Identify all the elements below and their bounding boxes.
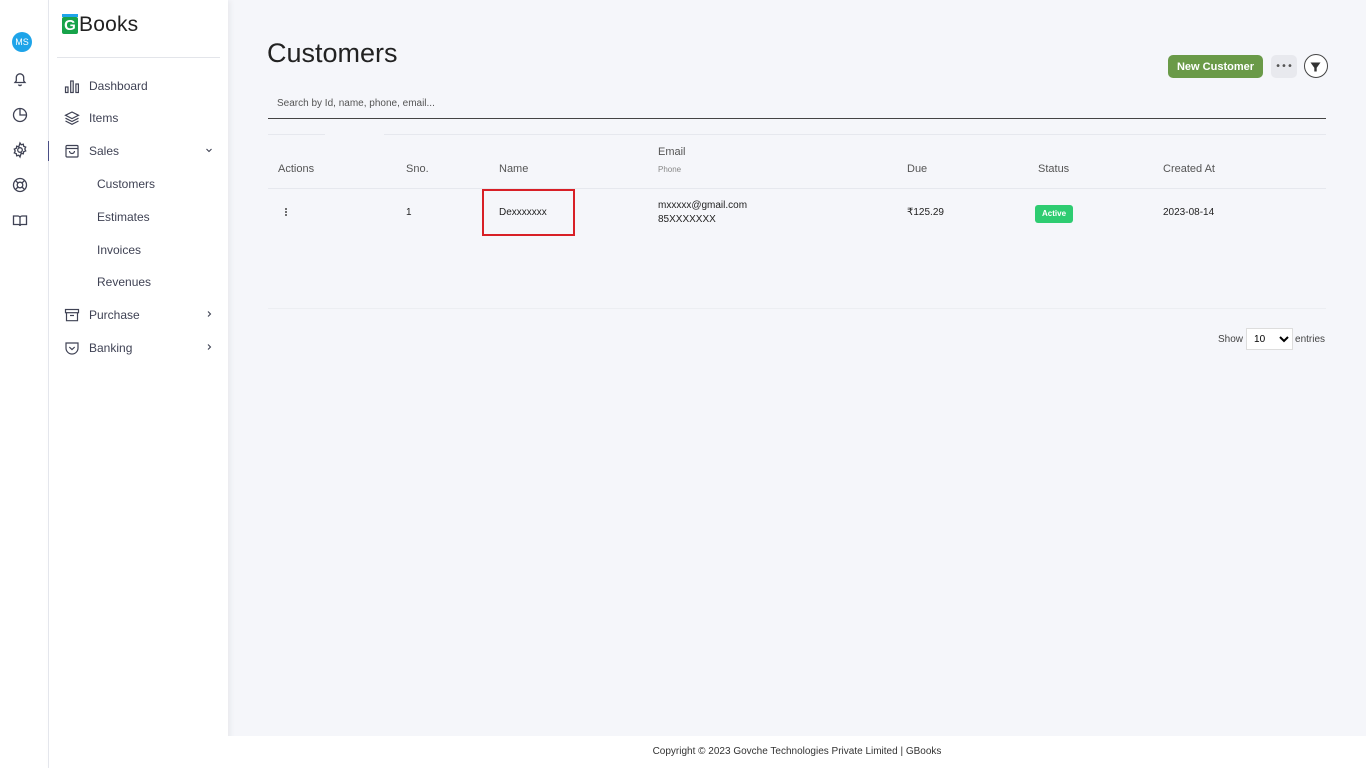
bell-icon[interactable] bbox=[11, 70, 29, 88]
sidebar-item-label: Sales bbox=[89, 144, 120, 158]
header-email[interactable]: Email bbox=[658, 146, 686, 158]
app-logo[interactable]: G Books bbox=[62, 12, 138, 38]
sidebar-subitem-revenues[interactable]: Revenues bbox=[97, 273, 151, 291]
header-phone: Phone bbox=[658, 165, 682, 174]
header-status[interactable]: Status bbox=[1038, 163, 1069, 175]
chevron-down-icon bbox=[206, 148, 212, 153]
sidebar-item-label: Items bbox=[89, 111, 119, 125]
new-customer-button[interactable]: New Customer bbox=[1168, 55, 1263, 78]
sidebar-item-sales[interactable]: Sales bbox=[64, 140, 214, 162]
bar-chart-icon bbox=[64, 80, 79, 94]
cell-email: mxxxxx@gmail.com bbox=[658, 200, 748, 211]
header-sno[interactable]: Sno. bbox=[406, 163, 429, 175]
sidebar-item-label: Dashboard bbox=[89, 79, 148, 93]
table-row: 1 Dexxxxxxx mxxxxx@gmail.com 85XXXXXXX ₹… bbox=[268, 189, 1326, 309]
nav-sidebar: G Books Dashboard Items Sales Customers … bbox=[49, 0, 228, 768]
show-label: Show bbox=[1218, 333, 1244, 345]
table-header: Actions Sno. Name Email Phone Due Status… bbox=[268, 134, 1326, 189]
archive-icon bbox=[64, 308, 80, 322]
page-size-control: Show 10 25 50 100 entries bbox=[1218, 328, 1325, 350]
entries-label: entries bbox=[1295, 333, 1326, 345]
page-size-select[interactable]: 10 25 50 100 bbox=[1246, 328, 1294, 350]
cell-name[interactable]: Dexxxxxxx bbox=[499, 207, 547, 218]
sidebar-subitem-customers[interactable]: Customers bbox=[97, 175, 155, 193]
sidebar-item-banking[interactable]: Banking bbox=[64, 337, 214, 359]
lifebuoy-icon[interactable] bbox=[11, 176, 29, 194]
search-input[interactable] bbox=[268, 89, 1326, 119]
sidebar-subitem-estimates[interactable]: Estimates bbox=[97, 208, 150, 226]
book-icon[interactable] bbox=[11, 212, 29, 230]
header-created-at[interactable]: Created At bbox=[1163, 163, 1215, 175]
chevron-right-icon bbox=[207, 311, 212, 317]
shopping-bag-icon bbox=[65, 144, 79, 158]
cell-phone: 85XXXXXXX bbox=[658, 214, 716, 225]
page-title: Customers bbox=[267, 38, 398, 68]
footer: Copyright © 2023 Govche Technologies Pri… bbox=[228, 736, 1366, 768]
filter-button[interactable] bbox=[1304, 54, 1328, 78]
chevron-right-icon bbox=[207, 344, 212, 350]
header-actions: Actions bbox=[278, 163, 315, 175]
more-options-button[interactable]: ••• bbox=[1271, 55, 1297, 78]
nav-divider bbox=[57, 57, 220, 58]
pocket-icon bbox=[65, 342, 79, 355]
sidebar-item-label: Purchase bbox=[89, 308, 140, 322]
logo-mark: G bbox=[62, 13, 78, 34]
cell-sno: 1 bbox=[406, 207, 412, 218]
icon-rail: MS bbox=[0, 0, 50, 768]
status-badge: Active bbox=[1035, 205, 1074, 223]
header-name[interactable]: Name bbox=[499, 163, 528, 175]
gear-icon[interactable] bbox=[11, 141, 29, 159]
sidebar-item-items[interactable]: Items bbox=[64, 107, 214, 129]
sidebar-item-label: Banking bbox=[89, 341, 133, 355]
user-avatar[interactable]: MS bbox=[12, 32, 32, 52]
row-actions-menu-icon[interactable] bbox=[282, 207, 290, 221]
layers-icon bbox=[64, 111, 80, 125]
cell-due: ₹125.29 bbox=[907, 207, 944, 218]
sidebar-subitem-invoices[interactable]: Invoices bbox=[97, 241, 141, 259]
sidebar-item-purchase[interactable]: Purchase bbox=[64, 304, 214, 326]
logo-text: Books bbox=[79, 13, 139, 36]
header-due[interactable]: Due bbox=[907, 163, 927, 175]
cell-created-at: 2023-08-14 bbox=[1163, 207, 1215, 218]
filter-icon bbox=[1310, 62, 1321, 71]
pie-chart-icon[interactable] bbox=[11, 106, 29, 124]
copyright-text: Copyright © 2023 Govche Technologies Pri… bbox=[652, 746, 942, 757]
sidebar-item-dashboard[interactable]: Dashboard bbox=[64, 75, 214, 97]
